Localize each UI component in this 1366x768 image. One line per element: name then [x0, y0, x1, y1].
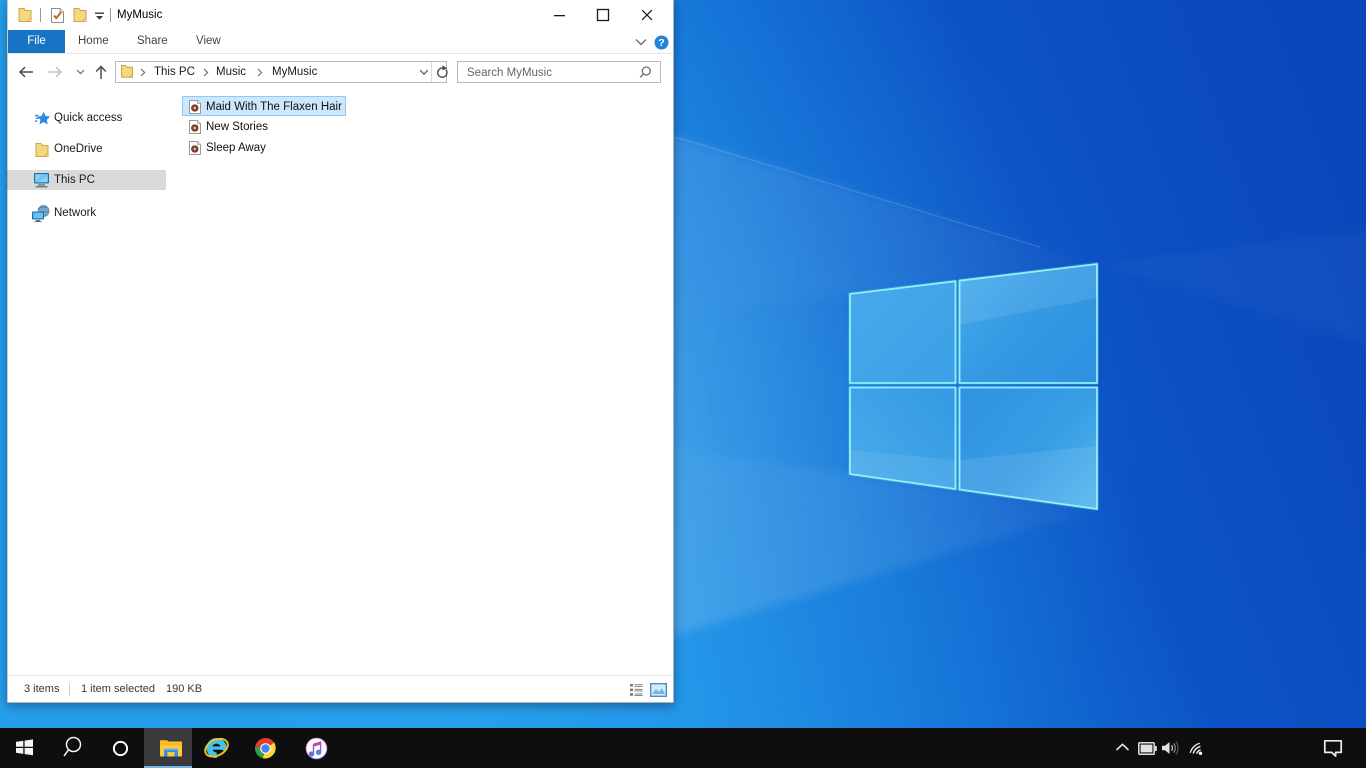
svg-text:?: ?: [658, 37, 664, 49]
